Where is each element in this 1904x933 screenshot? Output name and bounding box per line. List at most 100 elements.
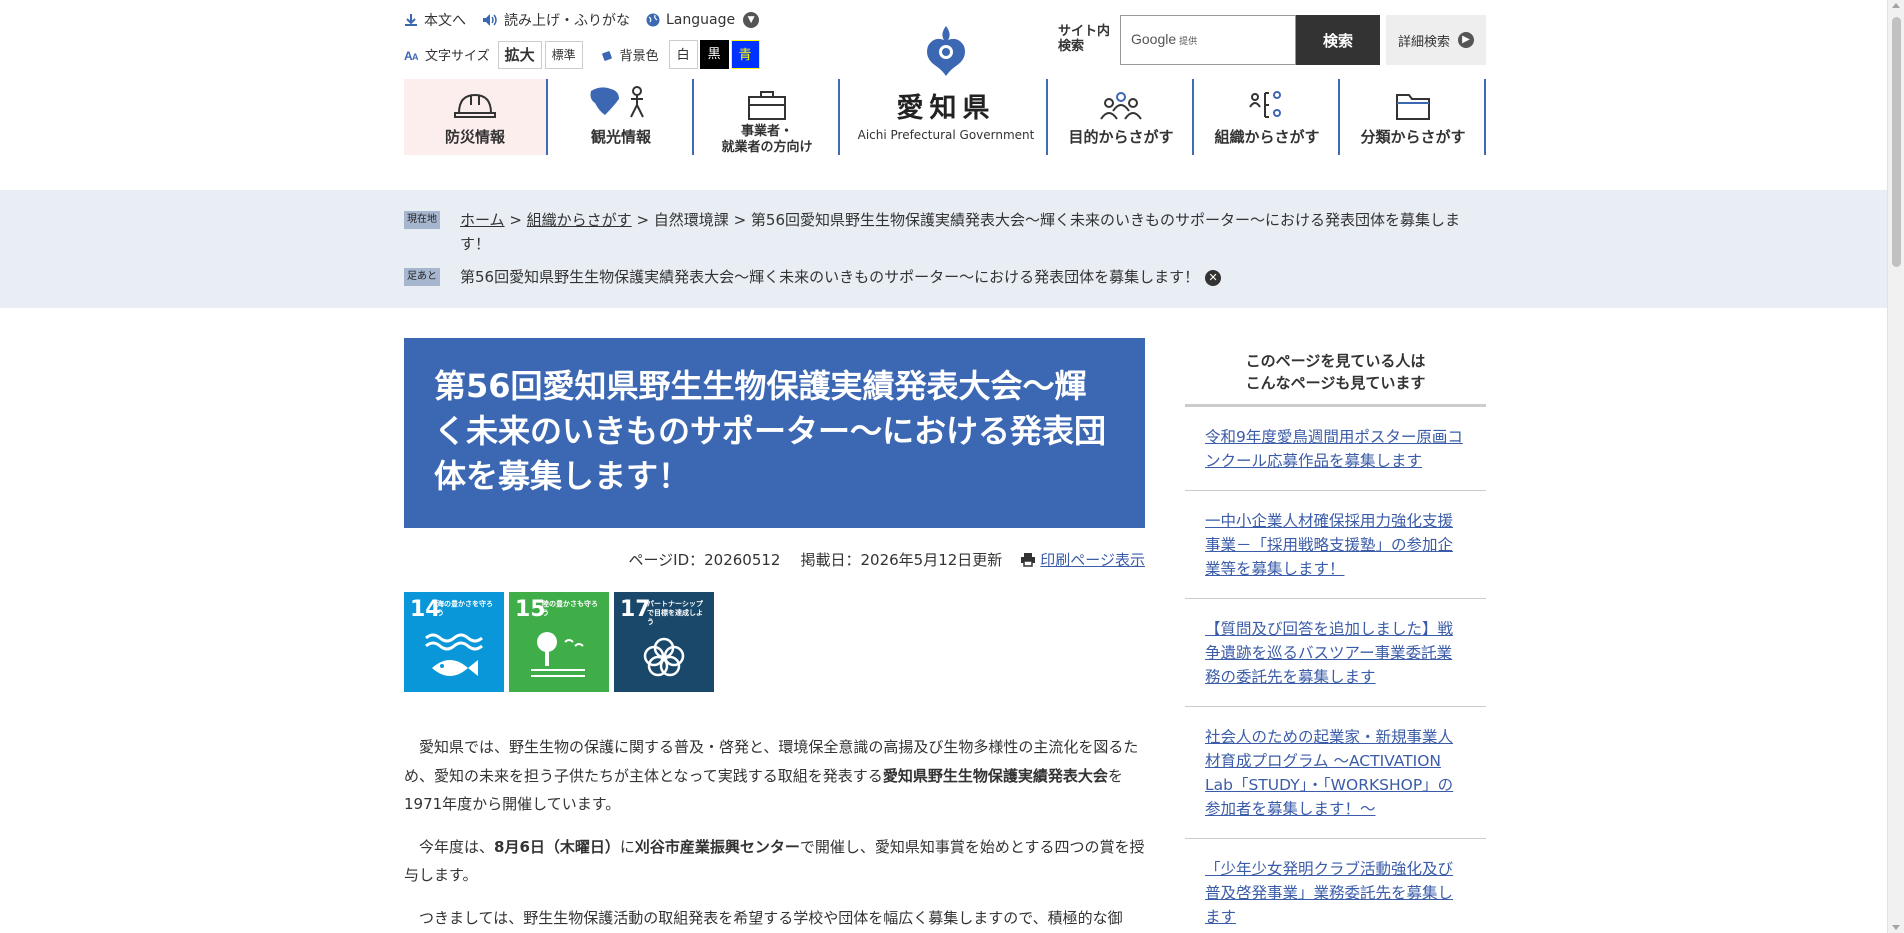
font-size-label: AA 文字サイズ: [404, 45, 490, 65]
folder-icon: [1342, 79, 1484, 121]
sdg-17-text: パートナーシップで目標を達成しよう: [647, 600, 703, 626]
gnav-disaster[interactable]: 防災情報: [404, 79, 548, 155]
sidebar-heading: このページを見ている人は こんなページも見ています: [1185, 338, 1486, 407]
prefecture-emblem-icon: [927, 26, 965, 76]
scroll-up-icon[interactable]: [1892, 3, 1900, 8]
breadcrumb-org-link[interactable]: 組織からさがす: [527, 211, 632, 229]
sdg-14-icon: 14 海の豊かさを守ろう: [404, 592, 504, 692]
sdg-15-icon: 15 陸の豊かさも守ろう: [509, 592, 609, 692]
sidebar-link[interactable]: 「少年少女発明クラブ活動強化及び普及啓発事業」業務委託先を募集します: [1205, 860, 1453, 926]
published-date: 掲載日：2026年5月12日更新: [800, 551, 1003, 569]
helmet-icon: [404, 79, 546, 121]
bg-color-label: 背景色: [601, 45, 659, 64]
speaker-icon: [483, 14, 497, 26]
gnav-category[interactable]: 分類からさがす: [1342, 79, 1486, 155]
history-items: 第56回愛知県野生生物保護実績発表大会～輝く未来のいきものサポーター～における発…: [460, 265, 1470, 289]
search-input[interactable]: [1121, 16, 1295, 64]
history-item[interactable]: 第56回愛知県野生生物保護実績発表大会～輝く未来のいきものサポーター～における発…: [460, 268, 1199, 286]
search-label-line1: サイト内: [1058, 24, 1111, 39]
bg-black-button[interactable]: 黒: [699, 40, 729, 69]
sidebar-link[interactable]: 令和9年度愛鳥週間用ポスター原画コンクール応募作品を募集します: [1205, 428, 1463, 470]
read-aloud-label: 読み上げ・ふりがな: [504, 13, 630, 29]
read-aloud-link[interactable]: 読み上げ・ふりがな: [482, 10, 630, 30]
gnav-category-label: 分類からさがす: [1360, 128, 1466, 146]
breadcrumb-dept: 自然環境課: [653, 211, 729, 229]
vertical-scrollbar[interactable]: [1887, 0, 1904, 933]
people-icon: [1050, 79, 1192, 121]
organization-icon: [1196, 79, 1338, 121]
text-size-icon: AA: [404, 49, 419, 62]
close-icon[interactable]: ✕: [1205, 269, 1222, 286]
briefcase-icon: [696, 79, 838, 121]
font-size-standard-button[interactable]: 標準: [544, 40, 583, 69]
global-nav: 防災情報 観光情報 事業者・ 就業者の方向け 目的からさがす 組織からさがす 分…: [404, 79, 1486, 155]
p2-venue: 刈谷市産業振興センター: [634, 837, 800, 856]
history-trail: 足あと 第56回愛知県野生生物保護実績発表大会～輝く未来のいきものサポーター～に…: [404, 265, 1470, 289]
globe-icon: [646, 13, 660, 27]
print-link[interactable]: 印刷ページ表示: [1040, 549, 1145, 570]
chevron-right-icon: ▶: [1458, 32, 1474, 48]
history-tag: 足あと: [404, 268, 440, 286]
search-input-wrapper: Google 提供: [1120, 15, 1296, 65]
gnav-tourism-label: 観光情報: [590, 128, 651, 146]
list-item: 「少年少女発明クラブ活動強化及び普及啓発事業」業務委託先を募集します: [1185, 839, 1486, 933]
svg-text:A: A: [412, 52, 419, 62]
sdg-17-icon: 17 パートナーシップで目標を達成しよう: [614, 592, 714, 692]
list-item: 【質問及び回答を追加しました】戦争遺跡を巡るバスツアー事業委託業務の委託先を募集…: [1185, 599, 1486, 707]
sidebar-links: 令和9年度愛鳥週間用ポスター原画コンクール応募作品を募集します 一中小企業人材確…: [1185, 407, 1486, 933]
breadcrumb-trail: ホーム > 組織からさがす > 自然環境課 > 第56回愛知県野生生物保護実績発…: [460, 211, 1461, 253]
gnav-organization[interactable]: 組織からさがす: [1196, 79, 1340, 155]
sidebar-heading-line1: このページを見ている人は: [1245, 352, 1426, 370]
search-label-line2: 検索: [1058, 39, 1085, 54]
gnav-business[interactable]: 事業者・ 就業者の方向け: [696, 79, 840, 155]
scroll-down-icon[interactable]: [1892, 925, 1900, 930]
sdg-14-text: 海の豊かさを守ろう: [437, 600, 493, 617]
site-search-label: サイト内 検索: [1058, 24, 1110, 54]
article-body: 愛知県では、野生生物の保護に関する普及・啓発と、環境保全意識の高揚及び生物多様性…: [404, 733, 1145, 933]
download-icon: [405, 14, 417, 26]
paragraph-3: つきましては、野生生物保護活動の取組発表を希望する学校や団体を幅広く募集しますの…: [419, 908, 1123, 927]
page-title: 第56回愛知県野生生物保護実績発表大会～輝く未来のいきものサポーター～における発…: [434, 367, 1107, 495]
breadcrumb-tag: 現在地: [404, 211, 440, 229]
sidebar-link[interactable]: 一中小企業人材確保採用力強化支援事業－「採用戦略支援塾」の参加企業等を募集します…: [1205, 512, 1453, 578]
bg-blue-button[interactable]: 青: [730, 40, 760, 69]
map-walker-icon: [550, 79, 692, 121]
scrollbar-thumb[interactable]: [1892, 17, 1901, 267]
gnav-disaster-label: 防災情報: [444, 128, 505, 146]
language-selector[interactable]: Language ▼: [646, 12, 760, 28]
advanced-search-label: 詳細検索: [1397, 34, 1450, 50]
sidebar-heading-line2: こんなページも見ています: [1245, 374, 1426, 392]
paragraph-1: 愛知県では、野生生物の保護に関する普及・啓発と、環境保全意識の高揚及び生物多様性…: [404, 733, 1145, 819]
sidebar-link[interactable]: 社会人のための起業家・新規事業人材育成プログラム ～ACTIVATION Lab…: [1205, 728, 1453, 818]
gnav-organization-label: 組織からさがす: [1214, 128, 1320, 146]
bg-color-text: 背景色: [619, 49, 659, 64]
search-button[interactable]: 検索: [1296, 15, 1380, 65]
breadcrumb-home-link[interactable]: ホーム: [460, 211, 505, 229]
p2-text-a: 今年度は、: [419, 837, 495, 856]
font-size-large-button[interactable]: 拡大: [497, 40, 542, 69]
gnav-purpose[interactable]: 目的からさがす: [1050, 79, 1194, 155]
list-item: 社会人のための起業家・新規事業人材育成プログラム ～ACTIVATION Lab…: [1185, 707, 1486, 839]
sidebar-link[interactable]: 【質問及び回答を追加しました】戦争遺跡を巡るバスツアー事業委託業務の委託先を募集…: [1205, 620, 1453, 686]
page-meta: ページID：20260512 掲載日：2026年5月12日更新 印刷ページ表示: [404, 549, 1145, 570]
bg-white-button[interactable]: 白: [668, 40, 698, 69]
list-item: 令和9年度愛鳥週間用ポスター原画コンクール応募作品を募集します: [1185, 407, 1486, 491]
skip-to-main-link[interactable]: 本文へ: [404, 10, 466, 30]
language-label: Language: [666, 12, 736, 28]
related-pages-sidebar: このページを見ている人は こんなページも見ています 令和9年度愛鳥週間用ポスター…: [1185, 338, 1486, 933]
skip-to-main-label: 本文へ: [424, 13, 466, 29]
printer-icon: [1021, 553, 1036, 567]
font-size-text: 文字サイズ: [425, 49, 490, 64]
paragraph-2: 今年度は、8月6日（木曜日）に刈谷市産業振興センターで開催し、愛知県知事賞を始め…: [404, 833, 1145, 890]
page-title-box: 第56回愛知県野生生物保護実績発表大会～輝く未来のいきものサポーター～における発…: [404, 338, 1145, 528]
page-id: ページID：20260512: [628, 551, 781, 569]
gnav-business-line2: 就業者の方向け: [721, 140, 813, 155]
chevron-down-icon: ▼: [743, 12, 760, 28]
sdg-15-text: 陸の豊かさも守ろう: [542, 600, 598, 617]
advanced-search-button[interactable]: 詳細検索 ▶: [1386, 15, 1486, 65]
p1-text-bold: 愛知県野生生物保護実績発表大会: [882, 766, 1108, 785]
utility-bar: 本文へ 読み上げ・ふりがな Language ▼: [404, 10, 775, 30]
sdgs-icons: 14 海の豊かさを守ろう 15 陸の豊かさも守ろう 17 パートナーシップで目標…: [404, 592, 719, 692]
gnav-tourism[interactable]: 観光情報: [550, 79, 694, 155]
gnav-business-label: 事業者・ 就業者の方向け: [696, 124, 838, 156]
